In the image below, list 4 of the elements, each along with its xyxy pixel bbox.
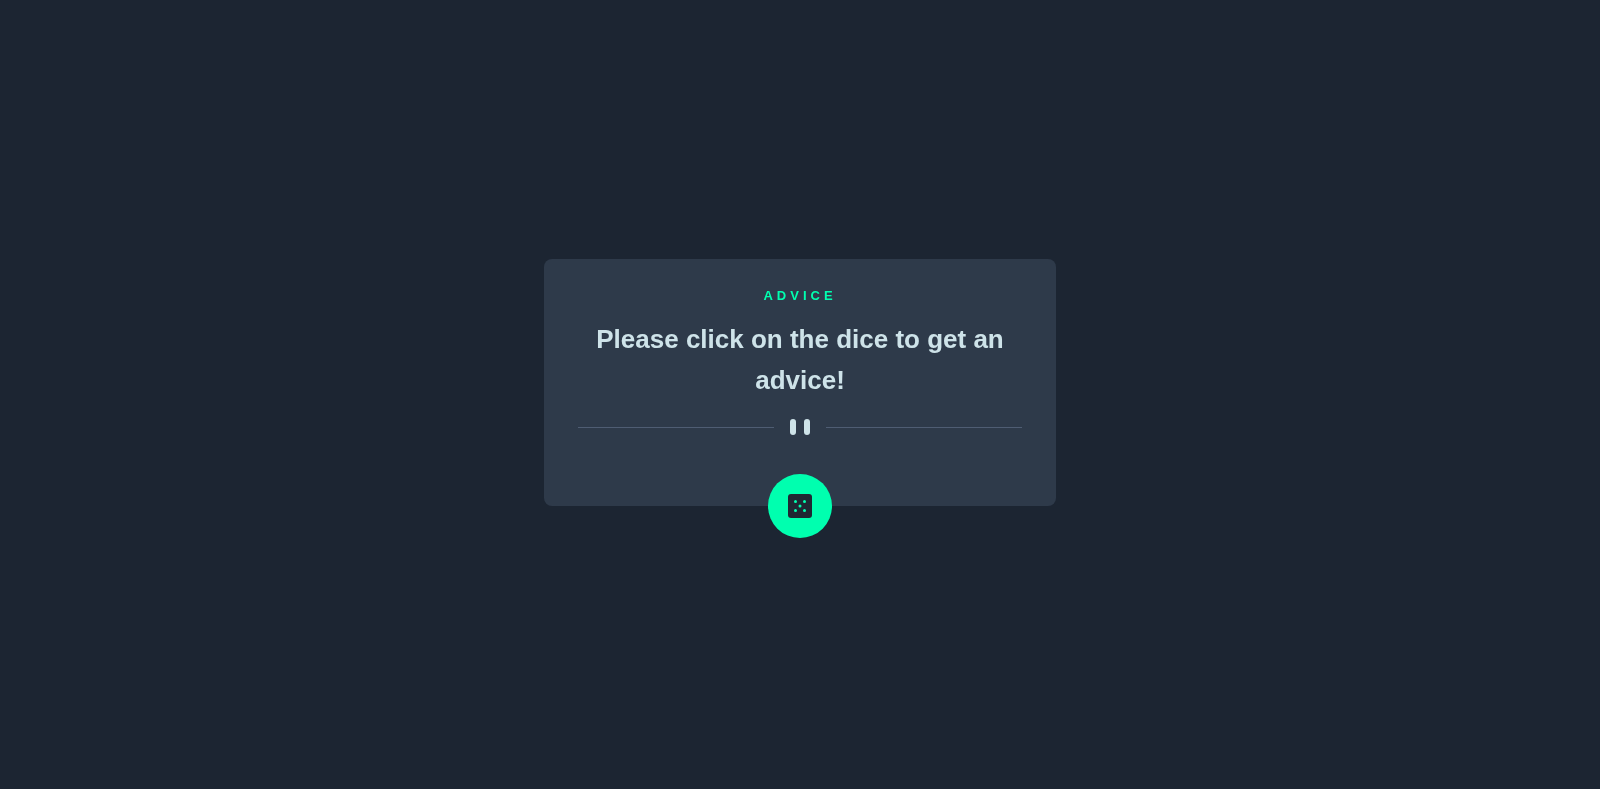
pause-icon: [790, 419, 810, 435]
dice-icon: [788, 494, 812, 518]
advice-text: Please click on the dice to get an advice!: [595, 323, 1005, 397]
advice-label: ADVICE: [763, 288, 837, 303]
